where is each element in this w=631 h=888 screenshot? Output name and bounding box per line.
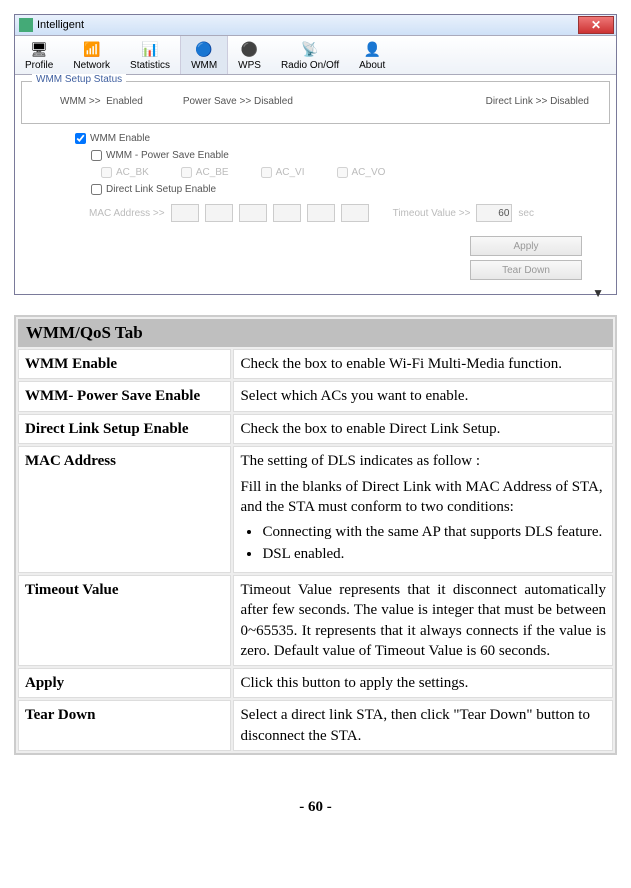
window-title: Intelligent [37, 19, 84, 31]
ac-label: AC_VO [352, 167, 386, 178]
mac-field-3 [239, 204, 267, 222]
status-label: Power Save >> [183, 96, 251, 107]
mac-field-6 [341, 204, 369, 222]
tab-label: Statistics [130, 60, 170, 71]
tab-label: Profile [25, 60, 53, 71]
dl-enable-checkbox[interactable] [91, 184, 102, 195]
mac-p1: The setting of DLS indicates as follow : [240, 451, 606, 471]
row-value: Click this button to apply the settings. [233, 668, 613, 698]
mac-bullet-1: Connecting with the same AP that support… [262, 522, 606, 542]
tab-label: WMM [191, 60, 217, 71]
row-value: Timeout Value represents that it disconn… [233, 575, 613, 666]
status-value: Disabled [254, 96, 293, 107]
tab-profile[interactable]: 🖥 Profile [15, 36, 63, 74]
wmm-enable-checkbox[interactable] [75, 133, 86, 144]
wmm-icon: 🔵 [193, 40, 215, 58]
status-group: WMM Setup Status WMM >> Enabled Power Sa… [21, 81, 610, 124]
status-label: Direct Link >> [486, 96, 548, 107]
ac-label: AC_BE [196, 167, 229, 178]
about-icon: 👤 [361, 40, 383, 58]
mac-bullet-2: DSL enabled. [262, 544, 606, 564]
tab-label: Network [73, 60, 110, 71]
status-legend: WMM Setup Status [32, 74, 126, 85]
row-key: WMM- Power Save Enable [18, 381, 231, 411]
tab-statistics[interactable]: 📊 Statistics [120, 36, 180, 74]
tab-radio[interactable]: 📡 Radio On/Off [271, 36, 349, 74]
mac-label: MAC Address >> [89, 208, 165, 219]
close-button[interactable]: ✕ [578, 16, 614, 34]
wps-icon: ⚫ [239, 40, 261, 58]
timeout-field [476, 204, 512, 222]
status-value: Enabled [106, 96, 143, 107]
row-key: Apply [18, 668, 231, 698]
description-table: WMM/QoS Tab WMM Enable Check the box to … [14, 315, 617, 755]
ac-label: AC_VI [276, 167, 305, 178]
ac-label: AC_BK [116, 167, 149, 178]
apply-button[interactable]: Apply [470, 236, 582, 256]
dl-enable-row: Direct Link Setup Enable [21, 181, 610, 198]
mac-field-5 [307, 204, 335, 222]
toolbar: 🖥Profile 📶Network 📊Statistics 🔵WMM ⚫WPS … [15, 36, 616, 75]
ps-enable-checkbox[interactable] [91, 150, 102, 161]
ps-enable-label: WMM - Power Save Enable [106, 150, 229, 161]
wmm-enable-label: WMM Enable [90, 133, 150, 144]
app-icon [19, 18, 33, 32]
network-icon: 📶 [81, 40, 103, 58]
statistics-icon: 📊 [139, 40, 161, 58]
tab-label: About [359, 60, 385, 71]
row-key: WMM Enable [18, 349, 231, 379]
chevron-down-icon: ▼ [592, 286, 604, 294]
wmm-enable-row: WMM Enable [21, 130, 610, 147]
timeout-unit: sec [518, 208, 534, 219]
mac-field-4 [273, 204, 301, 222]
mac-field-2 [205, 204, 233, 222]
mac-row: MAC Address >> Timeout Value >> sec [21, 198, 610, 228]
ac-be-checkbox [181, 167, 192, 178]
tab-network[interactable]: 📶 Network [63, 36, 120, 74]
profile-icon: 🖥 [28, 40, 50, 58]
ac-bk-checkbox [101, 167, 112, 178]
ps-enable-row: WMM - Power Save Enable [21, 147, 610, 164]
table-header: WMM/QoS Tab [18, 319, 613, 347]
row-value: The setting of DLS indicates as follow :… [233, 446, 613, 573]
row-key: Timeout Value [18, 575, 231, 666]
app-window: Intelligent ✕ 🖥 Profile 📶 Network 📊 Statist… [14, 14, 617, 295]
timeout-label: Timeout Value >> [393, 208, 471, 219]
ac-vo-checkbox [337, 167, 348, 178]
teardown-button[interactable]: Tear Down [470, 260, 582, 280]
tab-label: WPS [238, 60, 261, 71]
radio-icon: 📡 [299, 40, 321, 58]
ac-row: AC_BK AC_BE AC_VI AC_VO [21, 164, 610, 181]
dl-enable-label: Direct Link Setup Enable [106, 184, 216, 195]
tab-wps[interactable]: ⚫ WPS [228, 36, 271, 74]
tab-about[interactable]: 👤 About [349, 36, 395, 74]
row-value: Check the box to enable Direct Link Setu… [233, 414, 613, 444]
ac-vi-checkbox [261, 167, 272, 178]
mac-field-1 [171, 204, 199, 222]
titlebar: Intelligent ✕ [15, 15, 616, 36]
row-key: Tear Down [18, 700, 231, 751]
row-value: Select which ACs you want to enable. [233, 381, 613, 411]
page-number: - 60 - [14, 799, 617, 816]
status-label: WMM >> [60, 96, 101, 107]
tab-wmm[interactable]: 🔵 WMM [180, 36, 228, 74]
mac-p2: Fill in the blanks of Direct Link with M… [240, 477, 606, 518]
expand-bar[interactable]: ▼ [15, 286, 616, 294]
row-key: Direct Link Setup Enable [18, 414, 231, 444]
row-key: MAC Address [18, 446, 231, 573]
status-value: Disabled [550, 96, 589, 107]
content: WMM Setup Status WMM >> Enabled Power Sa… [15, 75, 616, 286]
row-value: Select a direct link STA, then click "Te… [233, 700, 613, 751]
row-value: Check the box to enable Wi-Fi Multi-Medi… [233, 349, 613, 379]
tab-label: Radio On/Off [281, 60, 339, 71]
